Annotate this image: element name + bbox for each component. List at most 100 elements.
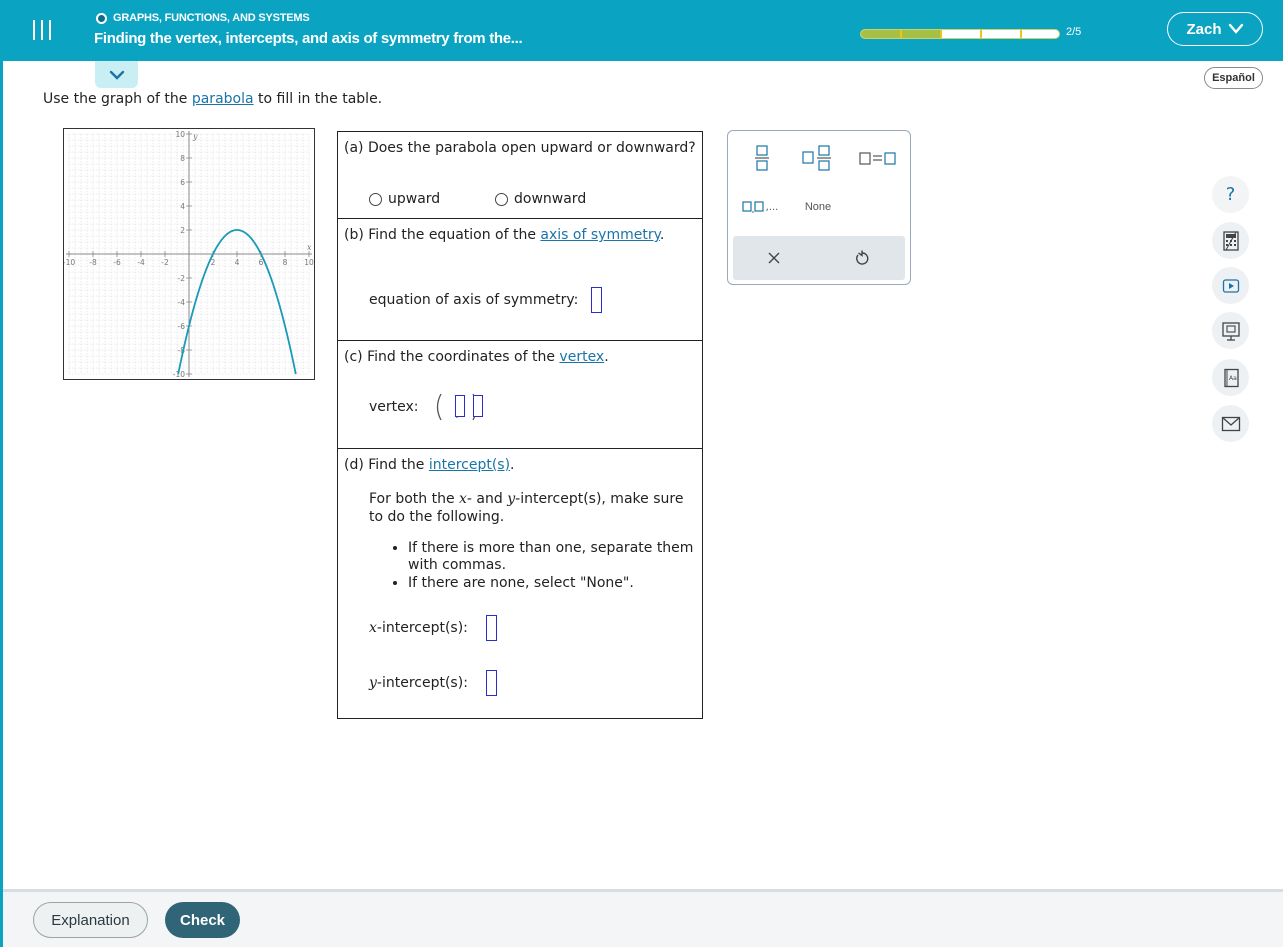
- y-tick-label: 2: [180, 226, 185, 235]
- progress-divider: [1020, 30, 1022, 38]
- question-b-before: (b) Find the equation of the: [344, 227, 541, 243]
- y-tick-label: 10: [175, 130, 185, 139]
- question-table: (a) Does the parabola open upward or dow…: [337, 131, 703, 719]
- y-axis-label: y: [192, 132, 198, 141]
- clear-button[interactable]: [757, 244, 791, 272]
- message-button[interactable]: [1212, 405, 1249, 442]
- y-tick-label: -6: [178, 322, 186, 331]
- video-button[interactable]: [1212, 267, 1249, 304]
- radio-button[interactable]: [369, 192, 382, 206]
- language-button[interactable]: Español: [1204, 67, 1263, 89]
- list-key[interactable]: ,...: [738, 197, 782, 217]
- axis-answer-input[interactable]: [590, 287, 602, 313]
- left-edge-strip: [0, 61, 3, 947]
- downward-option[interactable]: downward: [495, 191, 586, 207]
- upward-option[interactable]: upward: [369, 191, 440, 207]
- calculator-button[interactable]: [1212, 222, 1249, 259]
- question-d-text: (d) Find the intercept(s).: [344, 457, 515, 473]
- chevron-down-icon: [1228, 23, 1243, 34]
- equation-icon: [859, 152, 896, 165]
- intercepts-link[interactable]: intercept(s): [429, 457, 510, 473]
- fraction-icon: [755, 145, 769, 171]
- y-intercept-var: y: [369, 675, 377, 691]
- question-c-text: (c) Find the coordinates of the vertex.: [344, 349, 609, 365]
- progress-bar: [860, 29, 1060, 39]
- downward-label: downward: [514, 191, 587, 207]
- svg-text:Aa: Aa: [1229, 375, 1237, 382]
- parabola-link[interactable]: parabola: [192, 91, 254, 107]
- textbook-icon: [1221, 321, 1240, 341]
- instruction-before: Use the graph of the: [43, 91, 192, 107]
- mixed-number-key[interactable]: [800, 143, 834, 173]
- vertex-field-row: vertex:: [369, 391, 483, 423]
- parabola-graph: -10 -8 -6 -4 -2 2 4 6 8 10 10 8 6 4 2 -2 -4 -6 -8 -10 x y: [63, 128, 315, 380]
- y-intercept-row: y -intercept(s):: [369, 670, 497, 696]
- y-tick-label: -2: [178, 274, 186, 283]
- math-palette: ,... None: [727, 130, 911, 285]
- axis-field-label: equation of axis of symmetry:: [369, 292, 579, 308]
- x-intercept-input[interactable]: [485, 615, 497, 641]
- instr-part: - and: [466, 491, 508, 507]
- question-a-text: (a) Does the parabola open upward or dow…: [344, 140, 696, 156]
- bullet-item: If there is more than one, separate them…: [408, 540, 702, 574]
- question-a-cell: (a) Does the parabola open upward or dow…: [338, 132, 702, 219]
- explanation-button[interactable]: Explanation: [33, 902, 148, 938]
- progress-divider: [940, 30, 942, 38]
- x-tick-label: -10: [64, 258, 75, 267]
- question-d-before: (d) Find the: [344, 457, 429, 473]
- page-title: Finding the vertex, intercepts, and axis…: [94, 30, 523, 47]
- dictionary-button[interactable]: Aa: [1212, 359, 1249, 396]
- header-bar: GRAPHS, FUNCTIONS, AND SYSTEMS Finding t…: [0, 0, 1283, 61]
- none-key[interactable]: None: [796, 197, 840, 217]
- radio-button[interactable]: [495, 192, 508, 206]
- instr-y-var: y: [507, 491, 516, 507]
- check-button[interactable]: Check: [165, 902, 240, 938]
- vertex-y-input[interactable]: [473, 395, 483, 417]
- instr-part: For both the: [369, 491, 460, 507]
- bullet-item: If there are none, select "None".: [408, 575, 702, 592]
- y-tick-label: -4: [178, 298, 186, 307]
- undo-button[interactable]: [845, 244, 879, 272]
- vertex-link[interactable]: vertex: [559, 349, 604, 365]
- question-b-after: .: [659, 227, 665, 243]
- fraction-key[interactable]: [748, 143, 776, 173]
- video-icon: [1222, 278, 1239, 293]
- intercept-bullet-list: If there is more than one, separate them…: [392, 540, 702, 593]
- menu-icon[interactable]: [30, 18, 54, 42]
- instruction-after: to fill in the table.: [253, 91, 383, 107]
- axis-of-symmetry-link[interactable]: axis of symmetry: [540, 227, 659, 243]
- y-tick-label: 8: [180, 154, 185, 163]
- vertex-x-input[interactable]: [455, 395, 465, 417]
- help-button[interactable]: ?: [1212, 176, 1249, 213]
- undo-icon: [856, 250, 869, 265]
- topic-label: GRAPHS, FUNCTIONS, AND SYSTEMS: [113, 12, 310, 24]
- collapse-header-button[interactable]: [95, 61, 138, 88]
- y-tick-label: 4: [180, 202, 185, 211]
- list-suffix: ,...: [765, 201, 779, 213]
- mixed-number-icon: [802, 145, 831, 171]
- equals-key[interactable]: [856, 143, 900, 173]
- question-b-cell: (b) Find the equation of the axis of sym…: [338, 219, 702, 341]
- y-intercept-input[interactable]: [485, 670, 497, 696]
- x-intercept-label: -intercept(s):: [376, 620, 468, 636]
- x-tick-label: 4: [235, 258, 240, 267]
- x-tick-label: -2: [161, 258, 169, 267]
- progress-divider: [980, 30, 982, 38]
- instr-x-var: x: [459, 491, 467, 507]
- textbook-button[interactable]: [1212, 312, 1249, 349]
- topic-row: GRAPHS, FUNCTIONS, AND SYSTEMS: [96, 12, 310, 24]
- user-menu-button[interactable]: Zach: [1167, 12, 1263, 46]
- graph-canvas: -10 -8 -6 -4 -2 2 4 6 8 10108642-2-4-6-8-10xy: [63, 130, 314, 379]
- x-axis-label: x: [307, 243, 312, 252]
- palette-actions: [733, 236, 905, 280]
- calculator-icon: [1222, 230, 1239, 251]
- user-name: Zach: [1186, 20, 1222, 38]
- dictionary-icon: Aa: [1223, 368, 1239, 387]
- chevron-down-icon: [109, 70, 124, 80]
- x-tick-label: 8: [283, 258, 288, 267]
- instruction-text: Use the graph of the parabola to fill in…: [43, 91, 382, 107]
- question-d-cell: (d) Find the intercept(s). For both the …: [338, 449, 702, 718]
- envelope-icon: [1221, 416, 1240, 431]
- question-mark-icon: ?: [1225, 184, 1236, 205]
- y-intercept-label: -intercept(s):: [376, 675, 468, 691]
